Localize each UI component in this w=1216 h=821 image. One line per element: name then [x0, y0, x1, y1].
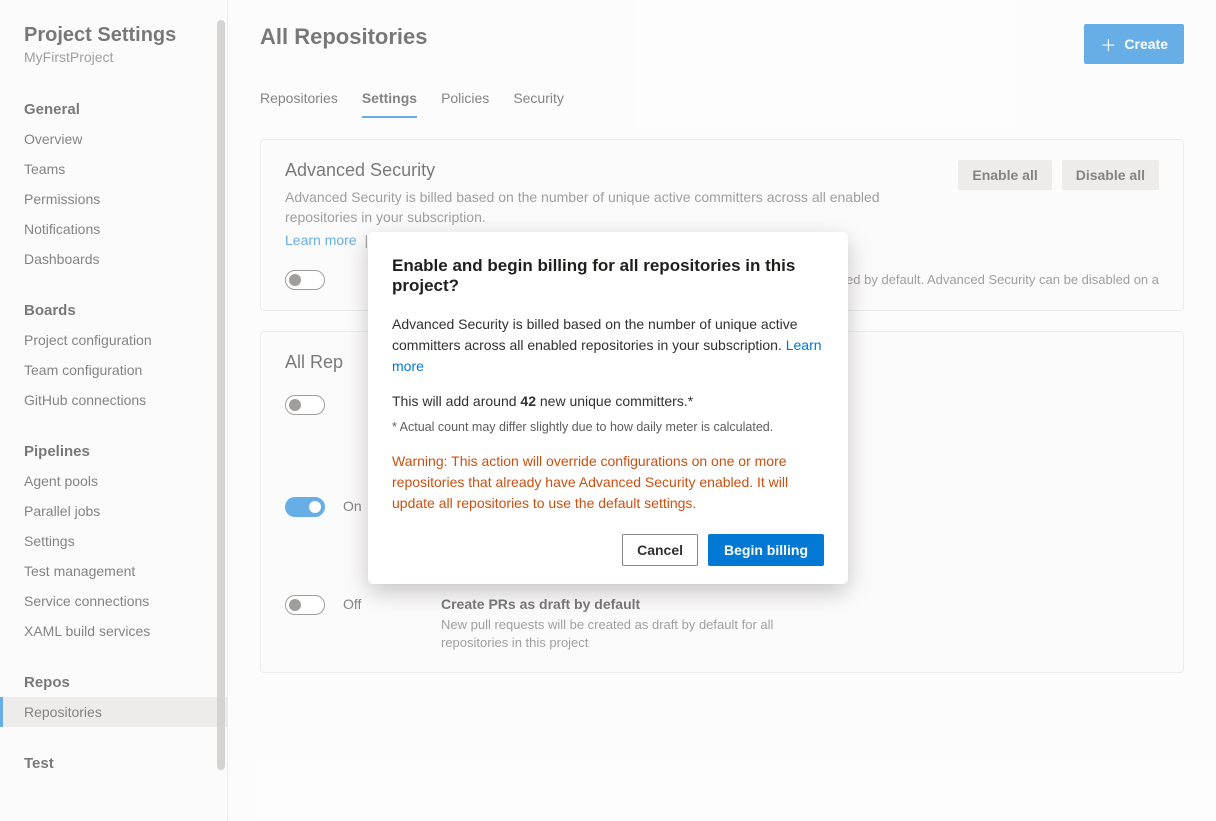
cancel-button[interactable]: Cancel [622, 534, 698, 566]
dialog-title: Enable and begin billing for all reposit… [392, 256, 824, 296]
dialog-body-2: This will add around 42 new unique commi… [392, 391, 824, 412]
modal-overlay[interactable]: Enable and begin billing for all reposit… [0, 0, 1216, 821]
billing-dialog: Enable and begin billing for all reposit… [368, 232, 848, 584]
dialog-body-1: Advanced Security is billed based on the… [392, 314, 824, 377]
committer-count: 42 [520, 393, 536, 409]
dialog-fine-print: * Actual count may differ slightly due t… [392, 418, 824, 437]
dialog-warning: Warning: This action will override confi… [392, 451, 824, 514]
begin-billing-button[interactable]: Begin billing [708, 534, 824, 566]
